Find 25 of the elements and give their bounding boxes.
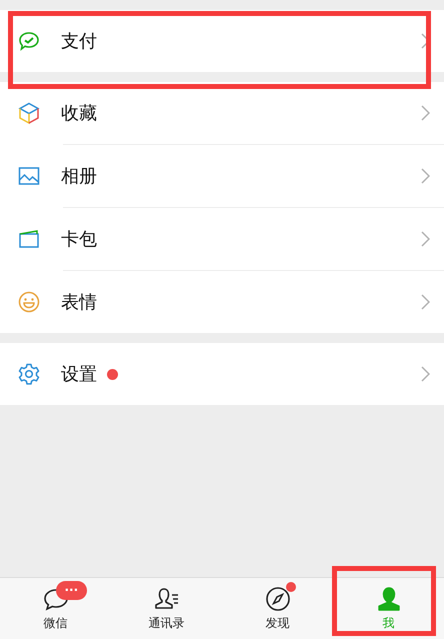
smiley-icon [17, 290, 41, 314]
settings-icon [17, 362, 41, 386]
chevron-right-icon [421, 366, 430, 382]
cube-icon [17, 101, 41, 125]
tab-label: 我 [382, 615, 394, 632]
menu-item-label: 设置 [61, 362, 97, 386]
menu-item-label: 支付 [61, 30, 97, 54]
chevron-right-icon [421, 294, 430, 310]
chat-check-icon [17, 29, 41, 53]
chevron-right-icon [421, 231, 430, 247]
chevron-right-icon [421, 105, 430, 121]
tab[interactable]: ··· 微信 [0, 578, 111, 639]
menu-item-label: 相册 [61, 164, 97, 188]
menu-item-label: 表情 [61, 290, 97, 314]
wallet-icon [17, 227, 41, 251]
menu-item-label: 卡包 [61, 228, 97, 252]
tab-label: 通讯录 [148, 615, 184, 632]
menu-item-label: 收藏 [61, 102, 97, 126]
tab[interactable]: 发现 [222, 578, 333, 639]
tab[interactable]: 通讯录 [111, 578, 222, 639]
tab-label: 微信 [44, 615, 68, 632]
compass-icon [264, 585, 292, 613]
unread-badge: ··· [56, 581, 88, 600]
tab-label: 发现 [266, 615, 290, 632]
chevron-right-icon [421, 168, 430, 184]
